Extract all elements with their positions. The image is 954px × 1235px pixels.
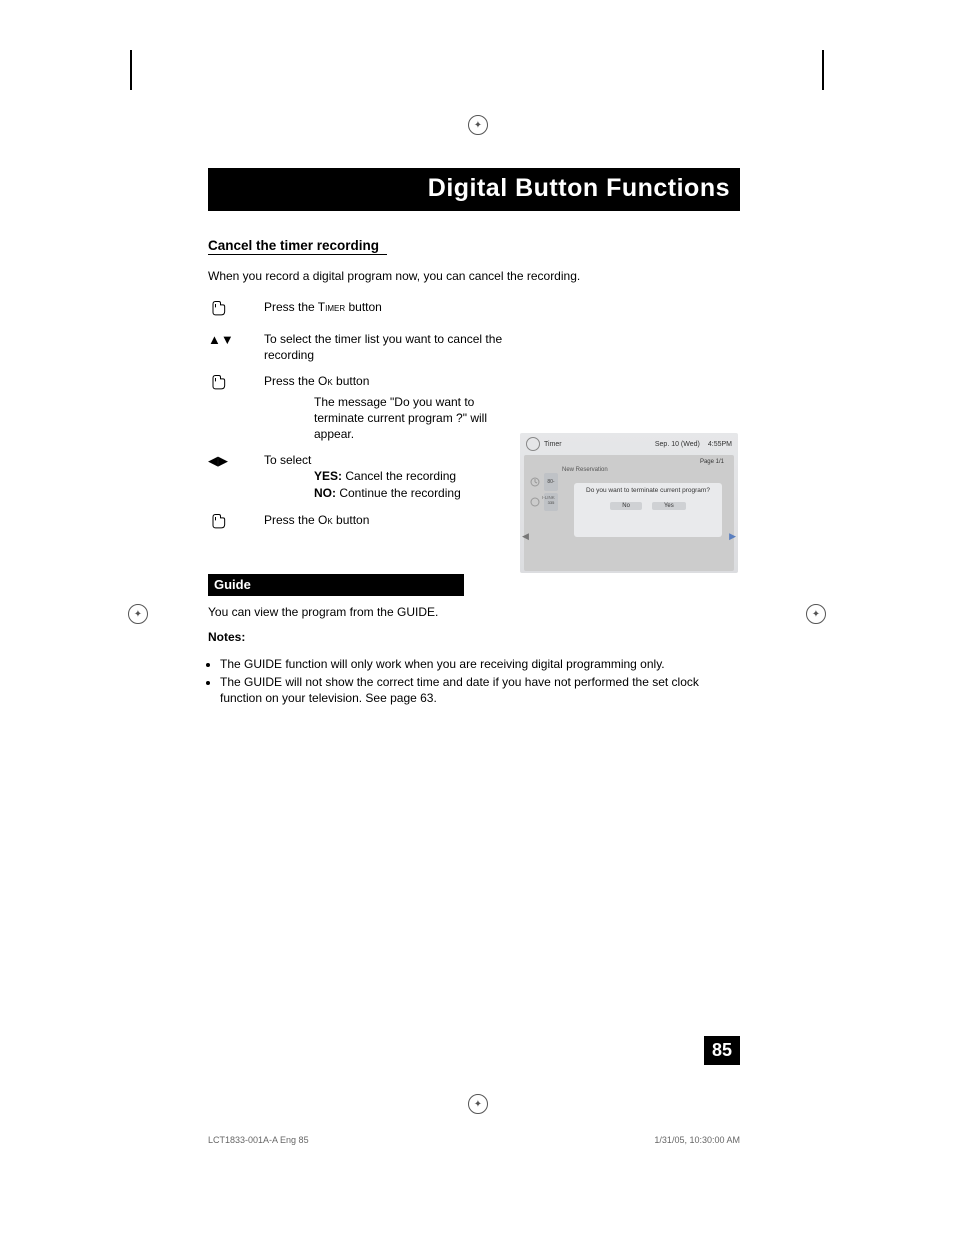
left-right-arrows-icon: ◀▶ bbox=[208, 452, 264, 469]
guide-text: You can view the program from the GUIDE. bbox=[208, 604, 740, 620]
section-heading: Cancel the timer recording bbox=[208, 238, 387, 255]
hand-point-icon bbox=[208, 299, 264, 321]
page-title: Digital Button Functions bbox=[208, 168, 740, 211]
footer-right: 1/31/05, 10:30:00 AM bbox=[654, 1135, 740, 1145]
step-text: To select the timer list you want to can… bbox=[264, 331, 504, 363]
clock-icon bbox=[526, 437, 540, 451]
tv-screenshot: Timer Sep. 10 (Wed) 4:55PM Page 1/1 New … bbox=[520, 433, 738, 573]
dialog-yes-button[interactable]: Yes bbox=[652, 502, 686, 510]
step-text: Press the Ok button The message "Do you … bbox=[264, 373, 504, 442]
ilink-label: I-LINK bbox=[542, 495, 555, 500]
nav-right-icon: ▶ bbox=[729, 531, 736, 542]
step-text: To select YES: Cancel the recording NO: … bbox=[264, 452, 504, 502]
dialog-text: Do you want to terminate current program… bbox=[578, 487, 718, 494]
footer-left: LCT1833-001A-A Eng 85 bbox=[208, 1135, 309, 1145]
page-number: 85 bbox=[704, 1036, 740, 1065]
new-reservation-label: New Reservation bbox=[528, 465, 730, 473]
ilink-icon bbox=[528, 493, 542, 511]
hand-point-icon bbox=[208, 373, 264, 395]
crop-mark bbox=[130, 50, 132, 90]
dialog-no-button[interactable]: No bbox=[610, 502, 642, 510]
nav-left-icon: ◀ bbox=[522, 531, 529, 542]
list-item: The GUIDE function will only work when y… bbox=[220, 656, 740, 672]
intro-text: When you record a digital program now, y… bbox=[208, 269, 740, 283]
guide-heading: Guide bbox=[208, 574, 464, 596]
screenshot-date: Sep. 10 (Wed) bbox=[655, 441, 700, 448]
up-down-arrows-icon: ▲▼ bbox=[208, 331, 264, 347]
confirm-dialog: Do you want to terminate current program… bbox=[574, 483, 722, 537]
crop-mark bbox=[822, 50, 824, 90]
notes-heading: Notes: bbox=[208, 630, 740, 644]
list-item: The GUIDE will not show the correct time… bbox=[220, 674, 740, 706]
clock-small-icon bbox=[528, 473, 542, 491]
registration-mark-icon: ✦ bbox=[128, 604, 148, 624]
registration-mark-icon: ✦ bbox=[468, 1094, 488, 1114]
registration-mark-icon: ✦ bbox=[468, 115, 488, 135]
notes-list: The GUIDE function will only work when y… bbox=[208, 656, 740, 707]
screenshot-title: Timer bbox=[544, 441, 562, 448]
table-cell: 80- bbox=[544, 473, 558, 491]
step-text: Press the Ok button bbox=[264, 512, 504, 528]
registration-mark-icon: ✦ bbox=[806, 604, 826, 624]
step-text: Press the Timer button bbox=[264, 299, 504, 315]
step-message: The message "Do you want to terminate cu… bbox=[264, 394, 504, 443]
screenshot-time: 4:55PM bbox=[708, 441, 732, 448]
hand-point-icon bbox=[208, 512, 264, 534]
